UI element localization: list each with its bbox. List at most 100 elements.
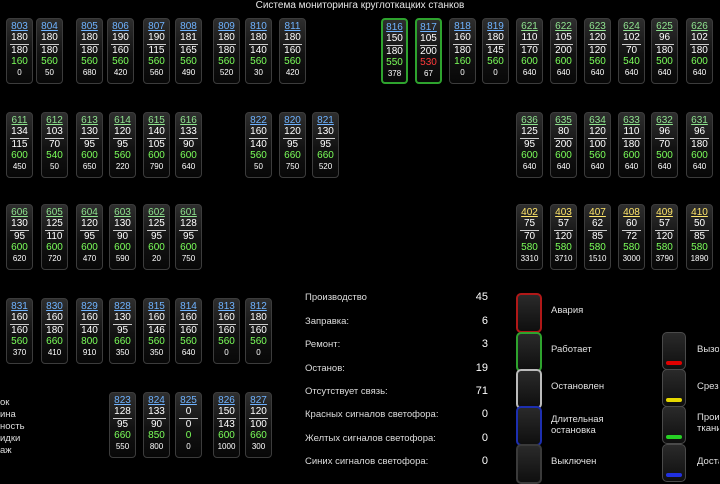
machine-number[interactable]: 621 [517,19,542,32]
machine-number[interactable]: 605 [42,205,67,218]
machine-number[interactable]: 633 [619,113,644,126]
machine-number[interactable]: 816 [383,20,406,33]
machine-number[interactable]: 812 [246,299,271,312]
machine-number[interactable]: 602 [144,205,169,218]
machine-card-633[interactable]: 633 110 180 600 640 [618,112,645,178]
machine-number[interactable]: 803 [7,19,32,32]
machine-card-823[interactable]: 823 128 95 660 550 [109,392,136,458]
machine-card-822[interactable]: 822 160 140 560 50 [245,112,272,178]
machine-number[interactable]: 613 [77,113,102,126]
machine-number[interactable]: 805 [77,19,102,32]
machine-card-808[interactable]: 808 181 165 560 490 [175,18,202,84]
machine-number[interactable]: 830 [42,299,67,312]
machine-number[interactable]: 815 [144,299,169,312]
machine-card-634[interactable]: 634 120 100 560 640 [584,112,611,178]
machine-number[interactable]: 811 [280,19,305,32]
machine-number[interactable]: 809 [214,19,239,32]
machine-card-811[interactable]: 811 180 160 560 420 [279,18,306,84]
machine-card-826[interactable]: 826 150 143 600 1000 [213,392,240,458]
machine-card-624[interactable]: 624 102 70 540 640 [618,18,645,84]
machine-card-816[interactable]: 816 150 180 550 378 [381,18,408,84]
machine-number[interactable]: 821 [313,113,338,126]
machine-card-815[interactable]: 815 160 146 560 350 [143,298,170,364]
machine-number[interactable]: 604 [77,205,102,218]
machine-card-605[interactable]: 605 125 110 600 720 [41,204,68,270]
machine-card-407[interactable]: 407 62 85 580 1510 [584,204,611,270]
machine-number[interactable]: 402 [517,205,542,218]
machine-number[interactable]: 408 [619,205,644,218]
machine-card-613[interactable]: 613 130 95 600 650 [76,112,103,178]
machine-card-635[interactable]: 635 80 200 600 640 [550,112,577,178]
machine-number[interactable]: 820 [280,113,305,126]
machine-number[interactable]: 631 [687,113,712,126]
machine-card-814[interactable]: 814 160 160 560 640 [175,298,202,364]
machine-card-827[interactable]: 827 120 100 660 300 [245,392,272,458]
machine-card-818[interactable]: 818 160 180 160 0 [449,18,476,84]
machine-number[interactable]: 603 [110,205,135,218]
machine-card-805[interactable]: 805 180 180 560 680 [76,18,103,84]
machine-card-803[interactable]: 803 180 180 160 0 [6,18,33,84]
machine-card-615[interactable]: 615 140 105 600 790 [143,112,170,178]
machine-number[interactable]: 818 [450,19,475,32]
machine-card-829[interactable]: 829 160 140 800 910 [76,298,103,364]
machine-number[interactable]: 810 [246,19,271,32]
machine-card-616[interactable]: 616 133 90 600 640 [175,112,202,178]
machine-card-824[interactable]: 824 133 90 850 800 [143,392,170,458]
machine-number[interactable]: 804 [37,19,62,32]
machine-number[interactable]: 403 [551,205,576,218]
machine-number[interactable]: 634 [585,113,610,126]
machine-card-625[interactable]: 625 96 180 500 640 [651,18,678,84]
machine-number[interactable]: 831 [7,299,32,312]
machine-card-806[interactable]: 806 190 160 560 420 [107,18,134,84]
machine-number[interactable]: 823 [110,393,135,406]
machine-number[interactable]: 616 [176,113,201,126]
machine-number[interactable]: 407 [585,205,610,218]
machine-card-812[interactable]: 812 180 160 560 0 [245,298,272,364]
machine-number[interactable]: 625 [652,19,677,32]
machine-card-631[interactable]: 631 96 180 600 640 [686,112,713,178]
machine-number[interactable]: 615 [144,113,169,126]
machine-number[interactable]: 827 [246,393,271,406]
machine-number[interactable]: 807 [144,19,169,32]
machine-card-604[interactable]: 604 120 95 600 470 [76,204,103,270]
machine-card-828[interactable]: 828 130 95 660 350 [109,298,136,364]
machine-number[interactable]: 814 [176,299,201,312]
machine-number[interactable]: 626 [687,19,712,32]
machine-number[interactable]: 624 [619,19,644,32]
machine-card-402[interactable]: 402 75 70 580 3310 [516,204,543,270]
machine-number[interactable]: 611 [7,113,32,126]
machine-number[interactable]: 606 [7,205,32,218]
machine-card-825[interactable]: 825 0 0 0 0 [175,392,202,458]
machine-number[interactable]: 614 [110,113,135,126]
machine-card-813[interactable]: 813 160 160 560 0 [213,298,240,364]
machine-number[interactable]: 825 [176,393,201,406]
machine-card-623[interactable]: 623 120 120 560 640 [584,18,611,84]
machine-number[interactable]: 635 [551,113,576,126]
machine-number[interactable]: 822 [246,113,271,126]
machine-card-408[interactable]: 408 60 72 580 3000 [618,204,645,270]
machine-card-817[interactable]: 817 105 200 530 67 [415,18,442,84]
machine-number[interactable]: 409 [652,205,677,218]
machine-card-809[interactable]: 809 180 180 560 520 [213,18,240,84]
machine-number[interactable]: 410 [687,205,712,218]
machine-number[interactable]: 632 [652,113,677,126]
machine-card-409[interactable]: 409 57 120 580 3790 [651,204,678,270]
machine-number[interactable]: 828 [110,299,135,312]
machine-card-601[interactable]: 601 128 95 600 750 [175,204,202,270]
machine-card-611[interactable]: 611 134 115 600 450 [6,112,33,178]
machine-card-403[interactable]: 403 57 120 580 3710 [550,204,577,270]
machine-card-621[interactable]: 621 110 170 600 640 [516,18,543,84]
machine-number[interactable]: 808 [176,19,201,32]
machine-card-632[interactable]: 632 96 70 500 640 [651,112,678,178]
machine-card-636[interactable]: 636 125 95 600 640 [516,112,543,178]
machine-number[interactable]: 622 [551,19,576,32]
machine-number[interactable]: 817 [417,20,440,33]
machine-card-804[interactable]: 804 180 180 560 50 [36,18,63,84]
machine-number[interactable]: 612 [42,113,67,126]
machine-number[interactable]: 623 [585,19,610,32]
machine-number[interactable]: 601 [176,205,201,218]
machine-card-612[interactable]: 612 103 70 540 50 [41,112,68,178]
machine-card-821[interactable]: 821 130 95 660 520 [312,112,339,178]
machine-card-830[interactable]: 830 160 180 660 410 [41,298,68,364]
machine-number[interactable]: 826 [214,393,239,406]
